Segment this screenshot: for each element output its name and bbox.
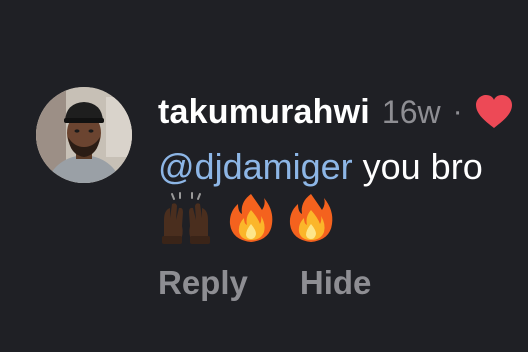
avatar[interactable] xyxy=(36,87,132,183)
emoji-row xyxy=(158,190,334,246)
avatar-image xyxy=(36,87,132,183)
comment-text: @djdamiger you bro xyxy=(158,146,483,188)
comment-actions: Reply Hide xyxy=(158,264,371,302)
hide-button[interactable]: Hide xyxy=(300,264,372,302)
raised-hands-icon xyxy=(158,192,214,244)
comment-item: takumurahwi 16w · @djdamiger you bro Rep… xyxy=(0,0,528,352)
comment-age: 16w xyxy=(381,93,441,130)
comment-body: you bro xyxy=(362,146,483,187)
comment-header: takumurahwi 16w · xyxy=(158,88,513,136)
username-link[interactable]: takumurahwi xyxy=(158,93,370,132)
fire-icon xyxy=(288,192,334,244)
mention-link[interactable]: @djdamiger xyxy=(158,146,353,187)
heart-icon[interactable] xyxy=(475,94,513,130)
fire-icon xyxy=(228,192,274,244)
reply-button[interactable]: Reply xyxy=(158,264,248,302)
separator-dot: · xyxy=(452,95,463,128)
